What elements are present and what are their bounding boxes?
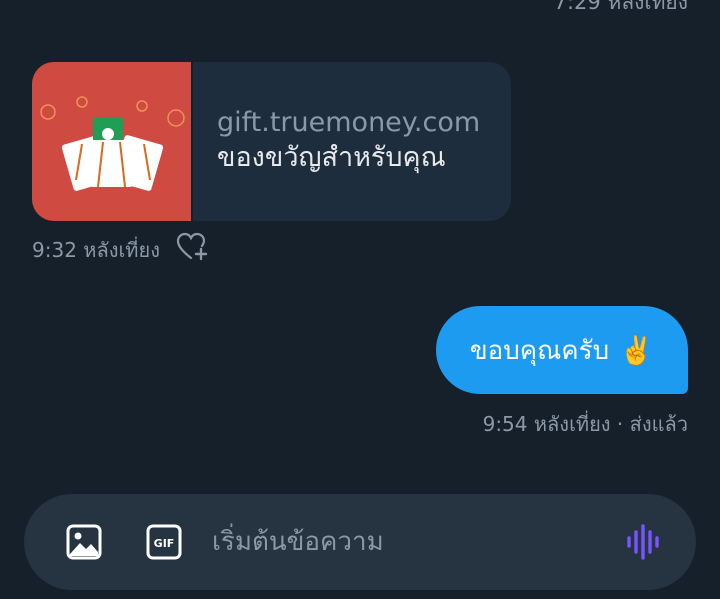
link-preview-card[interactable]: gift.truemoney.com ของขวัญสำหรับคุณ — [32, 62, 511, 221]
gif-icon[interactable]: GIF — [146, 524, 182, 560]
gift-thumbnail — [32, 62, 193, 221]
image-icon[interactable] — [66, 524, 102, 560]
outgoing-message-bubble[interactable]: ขอบคุณครับ ✌️ — [435, 306, 688, 394]
add-reaction-icon[interactable] — [176, 232, 210, 267]
link-title: ของขวัญสำหรับคุณ — [217, 142, 446, 173]
outgoing-status: 9:54 หลังเที่ยง · ส่งแล้ว — [482, 412, 688, 436]
message-composer: GIF — [24, 494, 696, 590]
voice-icon[interactable] — [624, 522, 664, 562]
link-domain: gift.truemoney.com — [217, 107, 481, 138]
prev-timestamp: 7:29 หลังเที่ยง — [553, 0, 688, 14]
svg-text:GIF: GIF — [154, 537, 175, 550]
outgoing-message-text: ขอบคุณครับ — [469, 335, 610, 366]
incoming-timestamp: 9:32 หลังเที่ยง — [32, 237, 160, 262]
message-input[interactable] — [212, 522, 592, 562]
victory-hand-emoji: ✌️ — [619, 333, 654, 367]
